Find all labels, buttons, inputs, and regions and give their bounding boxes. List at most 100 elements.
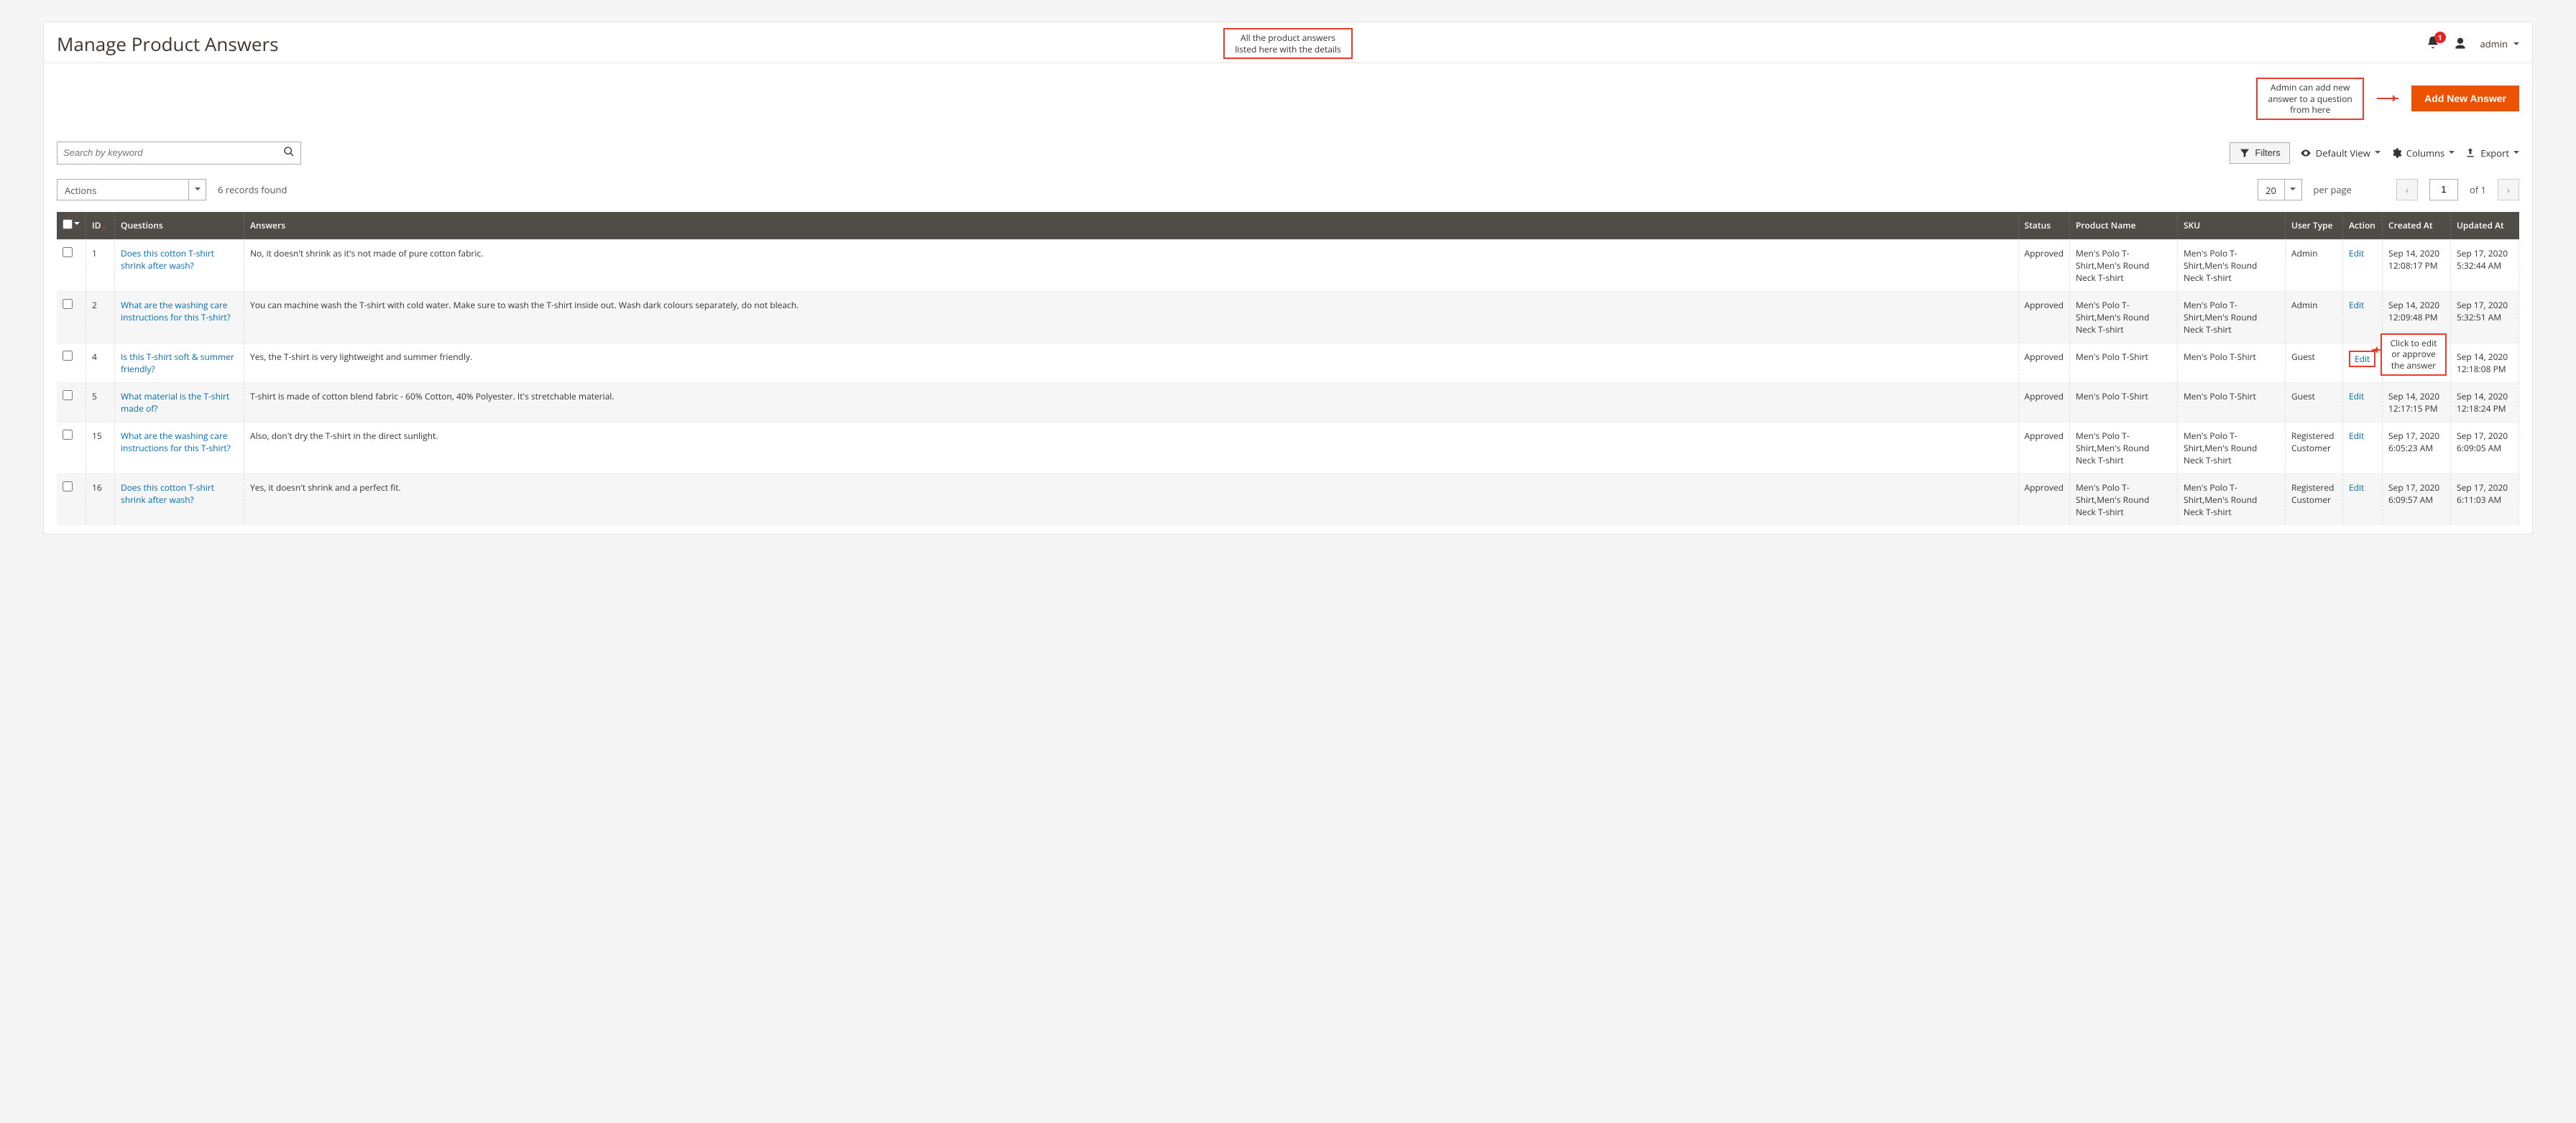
cell-updated: Sep 14, 2020 12:18:08 PM	[2451, 343, 2519, 382]
cell-sku: Men's Polo T-Shirt,Men's Round Neck T-sh…	[2178, 239, 2286, 291]
cell-sku: Men's Polo T-Shirt,Men's Round Neck T-sh…	[2178, 291, 2286, 343]
question-link[interactable]: What material is the T-shirt made of?	[121, 390, 229, 415]
select-all-checkbox[interactable]	[63, 219, 73, 229]
columns-button[interactable]: Columns	[2391, 147, 2455, 160]
edit-link[interactable]: Edit	[2349, 390, 2364, 402]
page-size-select[interactable]: 20	[2258, 179, 2302, 200]
cell-question: What are the washing care instructions f…	[115, 291, 244, 343]
col-status[interactable]: Status	[2018, 212, 2069, 240]
question-link[interactable]: Is this T-shirt soft & summer friendly?	[121, 351, 234, 375]
cell-id: 4	[86, 343, 115, 382]
cell-product: Men's Polo T-Shirt,Men's Round Neck T-sh…	[2070, 473, 2178, 525]
col-id[interactable]: ID↓	[86, 212, 115, 240]
funnel-icon	[2239, 147, 2250, 159]
cell-status: Approved	[2018, 382, 2069, 422]
col-user-type[interactable]: User Type	[2286, 212, 2343, 240]
cell-status: Approved	[2018, 343, 2069, 382]
cell-user-type: Admin	[2286, 239, 2343, 291]
page-size-toggle[interactable]	[2284, 180, 2301, 200]
search-input[interactable]	[63, 147, 283, 158]
col-created-at[interactable]: Created At	[2383, 212, 2451, 240]
actions-dropdown-toggle[interactable]	[188, 180, 206, 200]
row-checkbox[interactable]	[63, 390, 73, 400]
question-link[interactable]: Does this cotton T-shirt shrink after wa…	[121, 481, 214, 506]
cell-status: Approved	[2018, 291, 2069, 343]
table-row[interactable]: 4Is this T-shirt soft & summer friendly?…	[57, 343, 2519, 382]
chevron-down-icon	[2449, 151, 2455, 157]
col-action[interactable]: Action	[2343, 212, 2383, 240]
arrow-right-icon	[2377, 98, 2398, 99]
eye-icon	[2300, 147, 2312, 159]
row-checkbox[interactable]	[63, 351, 73, 361]
cell-updated: Sep 17, 2020 5:32:44 AM	[2451, 239, 2519, 291]
cell-answer: T-shirt is made of cotton blend fabric -…	[244, 382, 2019, 422]
cell-id: 1	[86, 239, 115, 291]
filters-button[interactable]: Filters	[2230, 142, 2289, 164]
cell-id: 15	[86, 422, 115, 473]
table-row[interactable]: 1Does this cotton T-shirt shrink after w…	[57, 239, 2519, 291]
chevron-down-icon	[2513, 42, 2519, 48]
chevron-down-icon	[74, 222, 80, 228]
table-row[interactable]: 2What are the washing care instructions …	[57, 291, 2519, 343]
question-link[interactable]: Does this cotton T-shirt shrink after wa…	[121, 247, 214, 272]
edit-link[interactable]: Edit	[2349, 247, 2364, 259]
chevron-down-icon	[2375, 151, 2380, 157]
col-checkbox[interactable]	[57, 212, 86, 240]
cell-checkbox	[57, 382, 86, 422]
cell-user-type: Admin	[2286, 291, 2343, 343]
cell-sku: Men's Polo T-Shirt,Men's Round Neck T-sh…	[2178, 473, 2286, 525]
table-row[interactable]: 5What material is the T-shirt made of?T-…	[57, 382, 2519, 422]
default-view-button[interactable]: Default View	[2300, 147, 2380, 160]
row-checkbox[interactable]	[63, 299, 73, 309]
edit-link[interactable]: Edit	[2349, 430, 2364, 442]
row-checkbox[interactable]	[63, 430, 73, 440]
cell-action: Edit	[2343, 382, 2383, 422]
actions-select[interactable]: Actions	[57, 179, 206, 200]
search-box[interactable]	[57, 142, 301, 165]
col-product-name[interactable]: Product Name	[2070, 212, 2178, 240]
cell-user-type: Registered Customer	[2286, 473, 2343, 525]
col-updated-at[interactable]: Updated At	[2451, 212, 2519, 240]
cell-checkbox	[57, 473, 86, 525]
edit-link[interactable]: Edit	[2349, 481, 2364, 494]
notifications-button[interactable]: 1	[2426, 35, 2440, 52]
question-link[interactable]: What are the washing care instructions f…	[121, 299, 231, 323]
edit-link[interactable]: Edit	[2349, 299, 2364, 311]
page-input[interactable]	[2429, 179, 2458, 200]
search-icon[interactable]	[283, 145, 295, 161]
row-checkbox[interactable]	[63, 247, 73, 257]
cell-created: Sep 14, 2020 12:17:15 PM	[2383, 382, 2451, 422]
callout-top: All the product answers listed here with…	[1223, 28, 1353, 59]
cell-product: Men's Polo T-Shirt,Men's Round Neck T-sh…	[2070, 239, 2178, 291]
chevron-down-icon	[195, 188, 201, 193]
cell-sku: Men's Polo T-Shirt	[2178, 343, 2286, 382]
next-page-button[interactable]: ›	[2498, 179, 2519, 200]
cell-action: Edit	[2343, 422, 2383, 473]
cell-answer: Yes, the T-shirt is very lightweight and…	[244, 343, 2019, 382]
col-questions[interactable]: Questions	[115, 212, 244, 240]
cell-sku: Men's Polo T-Shirt	[2178, 382, 2286, 422]
cell-question: Does this cotton T-shirt shrink after wa…	[115, 239, 244, 291]
cell-action: Edit	[2343, 291, 2383, 343]
cell-answer: You can machine wash the T-shirt with co…	[244, 291, 2019, 343]
actions-label: Actions	[58, 180, 188, 200]
col-sku[interactable]: SKU	[2178, 212, 2286, 240]
row-checkbox[interactable]	[63, 481, 73, 491]
export-button[interactable]: Export	[2465, 147, 2519, 160]
table-row[interactable]: 15What are the washing care instructions…	[57, 422, 2519, 473]
cell-status: Approved	[2018, 422, 2069, 473]
add-new-answer-button[interactable]: Add New Answer	[2411, 86, 2519, 111]
col-answers[interactable]: Answers	[244, 212, 2019, 240]
user-icon[interactable]	[2453, 37, 2467, 51]
cell-user-type: Guest	[2286, 382, 2343, 422]
table-row[interactable]: 16Does this cotton T-shirt shrink after …	[57, 473, 2519, 525]
cell-action: Edit	[2343, 473, 2383, 525]
cell-updated: Sep 17, 2020 6:09:05 AM	[2451, 422, 2519, 473]
cell-created: Sep 17, 2020 6:05:23 AM	[2383, 422, 2451, 473]
edit-link[interactable]: Edit	[2355, 353, 2370, 365]
admin-menu[interactable]: admin	[2480, 37, 2519, 50]
cell-product: Men's Polo T-Shirt,Men's Round Neck T-sh…	[2070, 422, 2178, 473]
prev-page-button[interactable]: ‹	[2396, 179, 2418, 200]
question-link[interactable]: What are the washing care instructions f…	[121, 430, 231, 454]
cell-action: EditClick to edit or approve the answer	[2343, 343, 2383, 382]
